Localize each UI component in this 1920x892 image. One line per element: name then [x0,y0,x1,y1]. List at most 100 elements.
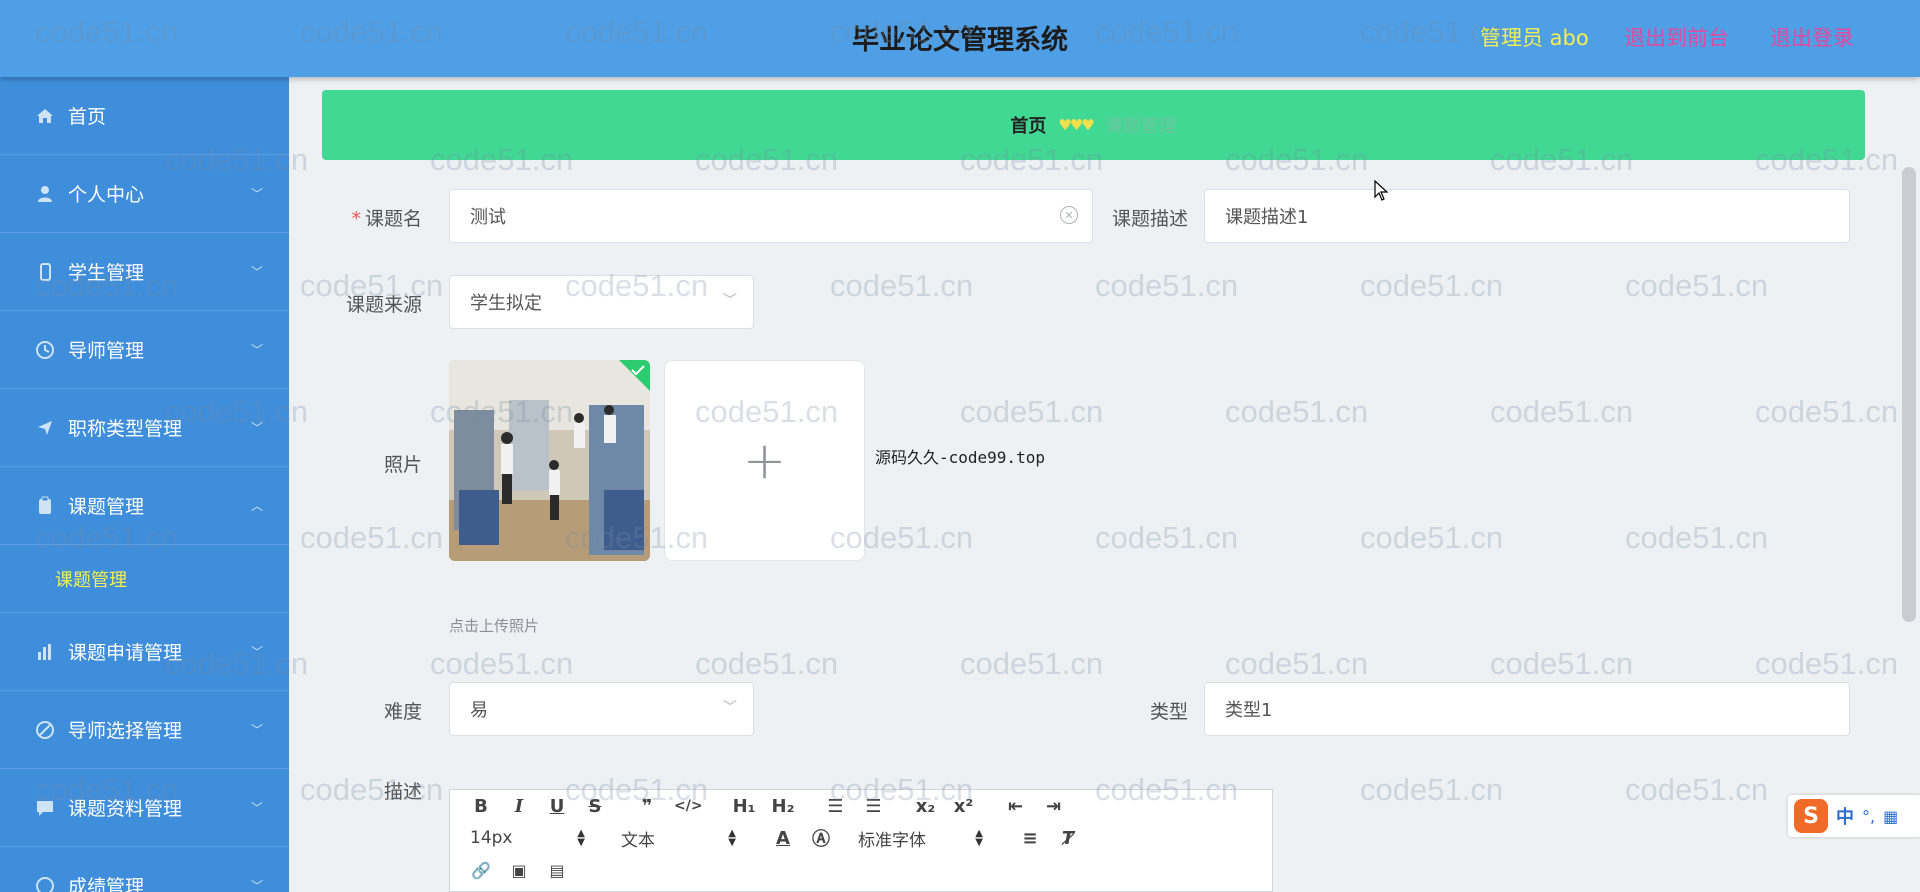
sidebar-item-label: 课题资料管理 [68,798,183,820]
sidebar-item-students[interactable]: 学生管理 ﹀ [0,233,289,311]
type-input[interactable]: 类型1 [1204,682,1850,736]
ime-toolbar[interactable]: S 中 °, ▦ [1788,795,1920,837]
topic-source-label: 课题来源 [345,294,422,316]
subscript-icon[interactable]: x₂ [914,796,936,817]
image-icon[interactable]: ▣ [508,861,530,880]
logout-link[interactable]: 退出登录 [1770,22,1854,52]
topic-name-value: 测试 [470,207,506,228]
indent-icon[interactable]: ⇥ [1042,796,1064,817]
sidebar-item-label: 课题管理 [68,496,145,518]
background-color-icon[interactable]: Ⓐ [810,825,832,851]
chevron-down-icon: ﹀ [250,343,263,357]
chevron-down-icon: ﹀ [723,700,737,716]
sidebar-item-grades[interactable]: 成绩管理 ﹀ [0,847,289,892]
clear-format-icon[interactable]: T̷ [1057,828,1079,849]
text-style-select[interactable]: 文本 ▲ ▼ [621,826,736,851]
vertical-scrollbar[interactable] [1902,167,1916,622]
plus-icon: + [742,430,787,491]
italic-icon[interactable]: I [508,796,530,817]
outdent-icon[interactable]: ⇤ [1004,796,1026,817]
rich-text-editor[interactable]: B I U S ❞ </> H₁ H₂ ☰ ☰ x₂ x² ⇤ ⇥ 14px ▲ ▼… [449,789,1273,892]
sidebar-item-label: 个人中心 [68,184,145,206]
chevron-down-icon: ﹀ [250,879,263,892]
home-icon [34,105,56,127]
breadcrumb: 首页 ♥♥♥ 课题管理 [322,90,1865,160]
ordered-list-icon[interactable]: ☰ [824,796,846,817]
admin-username: 管理员 abo [1480,26,1589,50]
difficulty-select[interactable]: 易 ﹀ [449,682,754,736]
sidebar-item-tutor-selection[interactable]: 导师选择管理 ﹀ [0,691,289,769]
link-icon[interactable]: 🔗 [470,861,492,880]
upload-hint: 点击上传照片 [449,617,540,635]
submenu-item-topic-management[interactable]: 课题管理 [0,545,289,613]
breadcrumb-home[interactable]: 首页 [1010,112,1046,138]
sidebar-item-label: 导师管理 [68,340,145,362]
chevron-down-icon: ﹀ [723,293,737,309]
font-family-select[interactable]: 标准字体 ▲ ▼ [858,826,983,851]
difficulty-value: 易 [470,700,488,721]
topic-desc-label: 课题描述 [1111,208,1188,230]
topic-name-input[interactable]: 测试 ✕ [449,189,1093,243]
star-icon [34,875,56,892]
sidebar-item-topics[interactable]: 课题管理 ︿ [0,467,289,545]
mouse-cursor-icon [1374,180,1389,201]
ime-chinese-mode[interactable]: 中 [1836,803,1854,829]
superscript-icon[interactable]: x² [952,796,974,817]
chevron-down-icon: ﹀ [250,645,263,659]
clipboard-icon [34,495,56,517]
heading1-icon[interactable]: H₁ [733,796,756,817]
required-mark: * [351,208,361,230]
phone-icon [34,261,56,283]
source-text: 源码久久-code99.top [875,448,1045,467]
sidebar-item-topic-materials[interactable]: 课题资料管理 ﹀ [0,769,289,847]
chevron-down-icon: ﹀ [250,187,263,201]
chart-icon [34,641,56,663]
font-size-select[interactable]: 14px ▲ ▼ [470,828,585,848]
video-icon[interactable]: ▤ [546,861,568,880]
user-icon [34,183,56,205]
align-icon[interactable]: ≡ [1019,828,1041,849]
chevron-down-icon: ﹀ [250,265,263,279]
sidebar-item-title-types[interactable]: 职称类型管理 ﹀ [0,389,289,467]
ime-punctuation[interactable]: °, [1862,807,1875,826]
editor-toolbar-row-1: B I U S ❞ </> H₁ H₂ ☰ ☰ x₂ x² ⇤ ⇥ [450,790,1272,822]
photo-label: 照片 [383,454,422,476]
sidebar-item-label: 导师选择管理 [68,720,183,742]
upload-photo-button[interactable]: + [664,360,865,561]
clear-icon[interactable]: ✕ [1060,206,1078,224]
underline-icon[interactable]: U [546,796,568,817]
topic-source-select[interactable]: 学生拟定 ﹀ [449,275,754,329]
editor-toolbar-row-2: 14px ▲ ▼ 文本 ▲ ▼ A Ⓐ 标准字体 ▲ ▼ ≡ T̷ [450,822,1272,854]
sidebar-item-tutors[interactable]: 导师管理 ﹀ [0,311,289,389]
back-to-front-link[interactable]: 退出到前台 [1624,22,1729,52]
description-label: 描述 [383,781,422,803]
sidebar-item-home[interactable]: 首页 [0,77,289,155]
sidebar: 首页 个人中心 ﹀ 学生管理 ﹀ 导师管理 ﹀ 职称类型管理 ﹀ 课题管理 ︿ [0,77,289,892]
editor-toolbar-row-3: 🔗 ▣ ▤ [450,854,1272,886]
strikethrough-icon[interactable]: S [584,796,606,817]
keyboard-icon[interactable]: ▦ [1883,807,1898,826]
topic-desc-value: 课题描述1 [1225,207,1309,228]
code-icon[interactable]: </> [674,798,703,814]
uploaded-photo[interactable] [449,360,650,561]
quote-icon[interactable]: ❞ [636,796,658,817]
sogou-logo-icon: S [1794,799,1828,833]
heading2-icon[interactable]: H₂ [772,796,795,817]
sidebar-item-label: 课题申请管理 [68,642,183,664]
bullet-list-icon[interactable]: ☰ [862,796,884,817]
chat-icon [34,797,56,819]
sidebar-item-topic-applications[interactable]: 课题申请管理 ﹀ [0,613,289,691]
font-color-icon[interactable]: A [772,828,794,849]
sidebar-item-label: 成绩管理 [68,876,145,892]
sidebar-item-profile[interactable]: 个人中心 ﹀ [0,155,289,233]
sidebar-item-label: 职称类型管理 [68,418,183,440]
topic-source-value: 学生拟定 [470,293,542,314]
updown-icon: ▲ ▼ [728,828,736,848]
topic-desc-input[interactable]: 课题描述1 [1204,189,1850,243]
clock-icon [34,339,56,361]
bold-icon[interactable]: B [470,796,492,817]
breadcrumb-separator-icon: ♥♥♥ [1058,116,1094,134]
breadcrumb-current: 课题管理 [1104,116,1177,137]
edit-icon [34,719,56,741]
sidebar-item-label: 首页 [68,106,107,128]
